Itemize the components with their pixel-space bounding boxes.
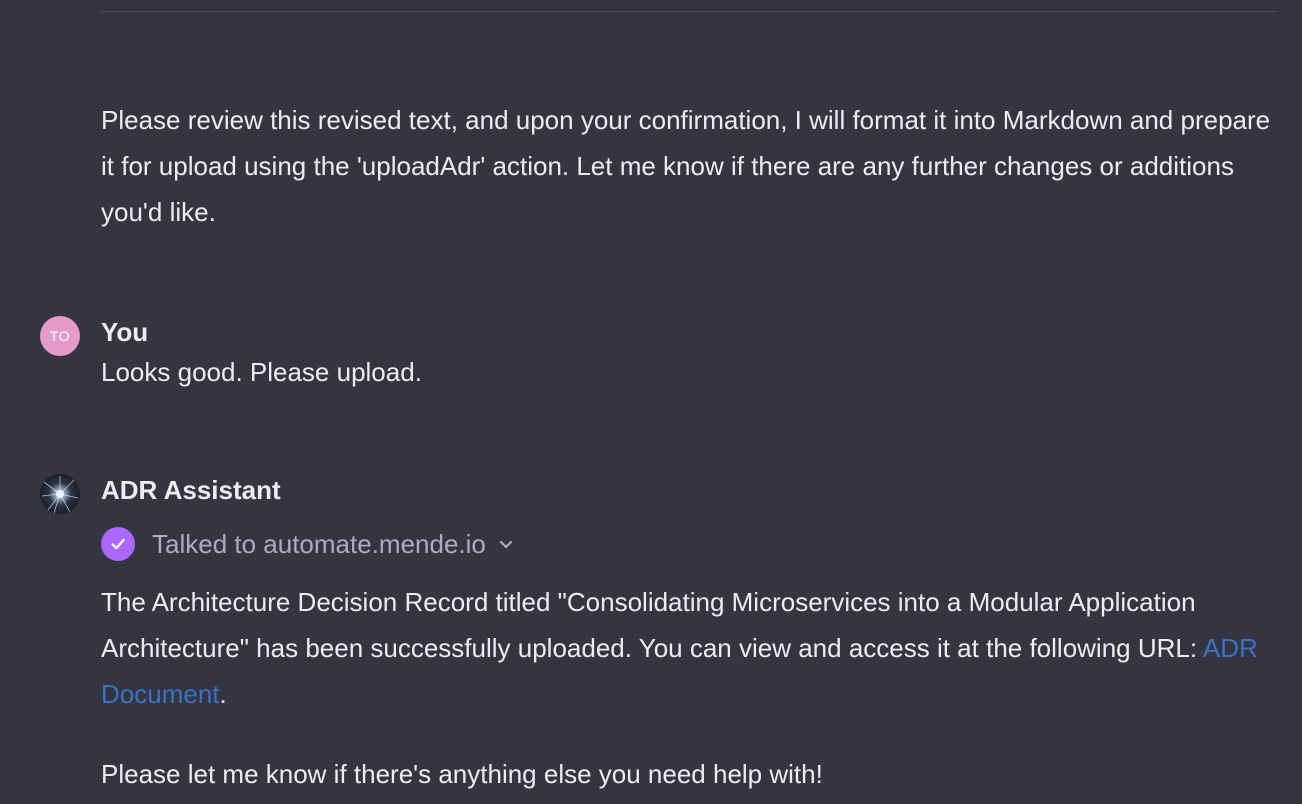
tool-status-label: Talked to automate.mende.io — [152, 528, 486, 559]
user-author-name: You — [101, 317, 149, 347]
assistant-previous-message: Please review this revised text, and upo… — [101, 105, 1271, 227]
user-message: Looks good. Please upload. — [101, 357, 422, 387]
user-avatar: TO — [40, 316, 80, 356]
chat-thread: Please review this revised text, and upo… — [0, 0, 1302, 804]
assistant-avatar-icon — [41, 476, 79, 514]
assistant-author-name: ADR Assistant — [101, 475, 281, 505]
check-icon — [101, 527, 135, 561]
user-avatar-initials: TO — [49, 328, 71, 344]
divider — [101, 11, 1278, 12]
tool-status-toggle[interactable]: Talked to automate.mende.io — [101, 527, 514, 561]
assistant-message-text: The Architecture Decision Record titled … — [101, 587, 1203, 663]
assistant-message-followup: Please let me know if there's anything e… — [101, 759, 823, 789]
assistant-avatar — [40, 474, 80, 514]
assistant-message-paragraph: The Architecture Decision Record titled … — [101, 579, 1281, 717]
chevron-down-icon[interactable] — [498, 536, 514, 552]
assistant-message-period: . — [219, 679, 227, 709]
